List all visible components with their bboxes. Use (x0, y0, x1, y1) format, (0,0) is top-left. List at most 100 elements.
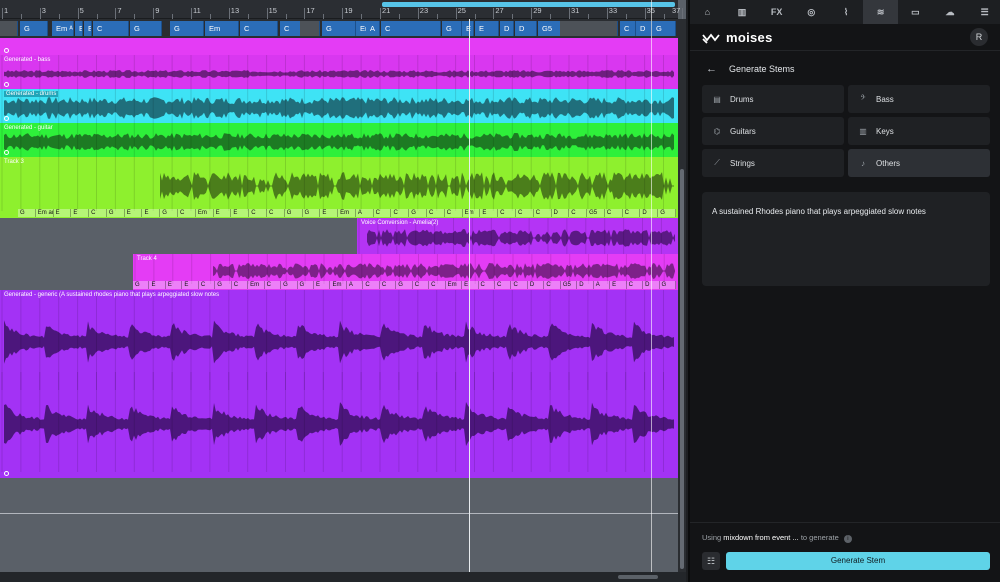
home-icon[interactable]: ⌂ (690, 0, 725, 24)
folder-icon[interactable]: ▭ (898, 0, 933, 24)
ruler-bar-number: 25 (457, 6, 466, 15)
ruler-tick (77, 8, 79, 19)
scroll-thumb[interactable] (680, 169, 684, 569)
back-arrow-icon[interactable]: ← (706, 63, 717, 75)
chord-block[interactable]: C (240, 21, 278, 36)
timeline-ruler[interactable]: 135791113151719212325272931333537 (0, 0, 684, 19)
ruler-tick (39, 8, 41, 19)
source-selector[interactable]: mixdown from event ... (723, 533, 798, 542)
using-prefix: Using (702, 533, 722, 542)
moises-active-icon[interactable]: ≋ (863, 0, 899, 24)
stem-options: ▤ Drums 𝄢 Bass ⌬ Guitars ▥ Keys ⟋ Strings ♪ Ot… (702, 85, 990, 177)
track-guitar-event[interactable]: Generated - guitar (0, 123, 678, 157)
stem-guitars[interactable]: ⌬ Guitars (702, 117, 844, 145)
stem-bass[interactable]: 𝄢 Bass (848, 85, 990, 113)
chord-block[interactable]: Em ᴬ (52, 21, 74, 36)
cloud-icon[interactable]: ☁ (933, 0, 968, 24)
chord-label: C (231, 281, 249, 289)
chord-block[interactable]: G (442, 21, 462, 36)
event-marker (4, 150, 9, 155)
stem-keys[interactable]: ▥ Keys (848, 117, 990, 145)
bass-waveform (1, 55, 674, 89)
chord-block[interactable]: E (475, 21, 499, 36)
moises-m-icon[interactable]: ⌇ (829, 0, 864, 24)
track3-chord-strip: GEm addEECGEEGCEmEECCGGEEmACCGCCEmECCCDC… (0, 209, 678, 217)
drum-icon[interactable]: ◎ (794, 0, 829, 24)
keys-icon[interactable]: ▥ (725, 0, 760, 24)
vertical-scrollbar[interactable] (678, 19, 686, 572)
chord-block[interactable]: C (93, 21, 129, 36)
chord-label: D (640, 209, 659, 217)
chord-label: G (133, 281, 150, 289)
arrangement-view[interactable]: 135791113151719212325272931333537 GEm ᴬE… (0, 0, 686, 582)
generate-stem-button[interactable]: Generate Stem (726, 552, 990, 570)
chord-block[interactable]: A (366, 21, 380, 36)
guitar-waveform (1, 123, 674, 157)
chord-block[interactable]: D (500, 21, 514, 36)
info-icon[interactable]: i (843, 535, 852, 543)
track-3-event[interactable]: Track 3 GEm addEECGEEGCEmEECCGGEEmACCGCC… (0, 157, 678, 218)
chord-block[interactable]: E (462, 21, 474, 36)
guitars-icon: ⌬ (713, 126, 721, 136)
track-generic-event[interactable]: Generated - generic (A sustained rhodes … (0, 290, 678, 478)
chord-label: C (178, 209, 196, 217)
chord-label: C (391, 209, 410, 217)
track-drums-event[interactable]: Generated - drums (0, 89, 678, 123)
track-4-event[interactable]: Track 4 G E E E C G C Em C G G E Em A C C G C C Em E C C C D C G5 D… (133, 254, 678, 290)
chord-block[interactable]: G (322, 21, 356, 36)
chord-block[interactable]: C (620, 21, 636, 36)
ruler-tick (569, 8, 570, 19)
chord-block[interactable]: Em (205, 21, 239, 36)
chord-label: E (314, 281, 331, 289)
ruler-tick (682, 8, 684, 19)
settings-button[interactable]: ☷ (702, 552, 720, 570)
prompt-textarea[interactable]: A sustained Rhodes piano that plays arpe… (702, 192, 990, 286)
chord-block[interactable]: G (652, 21, 676, 36)
track-name: Track 3 (4, 159, 24, 165)
strings-icon: ⟋ (714, 158, 720, 167)
event-marker (4, 116, 9, 121)
chord-block[interactable]: E (84, 21, 92, 36)
stem-label: Strings (730, 158, 755, 168)
horizontal-scrollbar[interactable] (0, 572, 686, 582)
chord-label: C (379, 281, 397, 289)
track-0-event[interactable] (0, 38, 678, 55)
stem-others[interactable]: ♪ Others (848, 149, 990, 177)
chord-label: E (610, 281, 627, 289)
chord-label: C (626, 281, 644, 289)
tab-fx[interactable]: FX (759, 0, 794, 24)
track-voice-event[interactable]: Voice Conversion - Amelia(2) (357, 218, 678, 254)
chord-block[interactable]: G5 (538, 21, 562, 36)
chord-label: A (593, 281, 611, 289)
chord-label: E (142, 209, 161, 217)
app-window: 135791113151719212325272931333537 GEm ᴬE… (0, 0, 1000, 582)
ruler-tick (153, 8, 155, 19)
chord-block[interactable]: D (636, 21, 652, 36)
track4-waveform (134, 254, 675, 284)
stem-strings[interactable]: ⟋ Strings (702, 149, 844, 177)
chord-label: C (495, 281, 512, 289)
avatar[interactable]: R (970, 28, 988, 46)
ruler-tick (417, 8, 419, 19)
chord-label: C (498, 209, 516, 217)
chord-label: C (515, 209, 534, 217)
chord-label: C (266, 209, 285, 217)
chord-label: C (427, 209, 445, 217)
track-name: Generated - bass (4, 57, 51, 63)
chord-block[interactable]: C (381, 21, 441, 36)
chord-block[interactable]: G (20, 21, 48, 36)
stem-drums[interactable]: ▤ Drums (702, 85, 844, 113)
ruler-bar-number: 31 (571, 6, 580, 15)
chord-track[interactable]: GEm ᴬEECGGEmCCGEmACGEEDDG5CDG (0, 19, 678, 38)
chord-block[interactable]: G (170, 21, 204, 36)
track-bass-event[interactable]: Generated - bass (0, 55, 678, 89)
zoom-slider[interactable] (618, 575, 658, 579)
chord-block[interactable]: E (75, 21, 83, 36)
ruler-tick (304, 8, 306, 19)
chord-block[interactable]: D (515, 21, 537, 36)
chord-block[interactable]: G (130, 21, 162, 36)
stem-label: Guitars (730, 126, 756, 136)
others-icon: ♪ (861, 158, 865, 168)
playhead[interactable] (469, 19, 470, 572)
list-icon[interactable]: ☰ (967, 0, 1000, 24)
